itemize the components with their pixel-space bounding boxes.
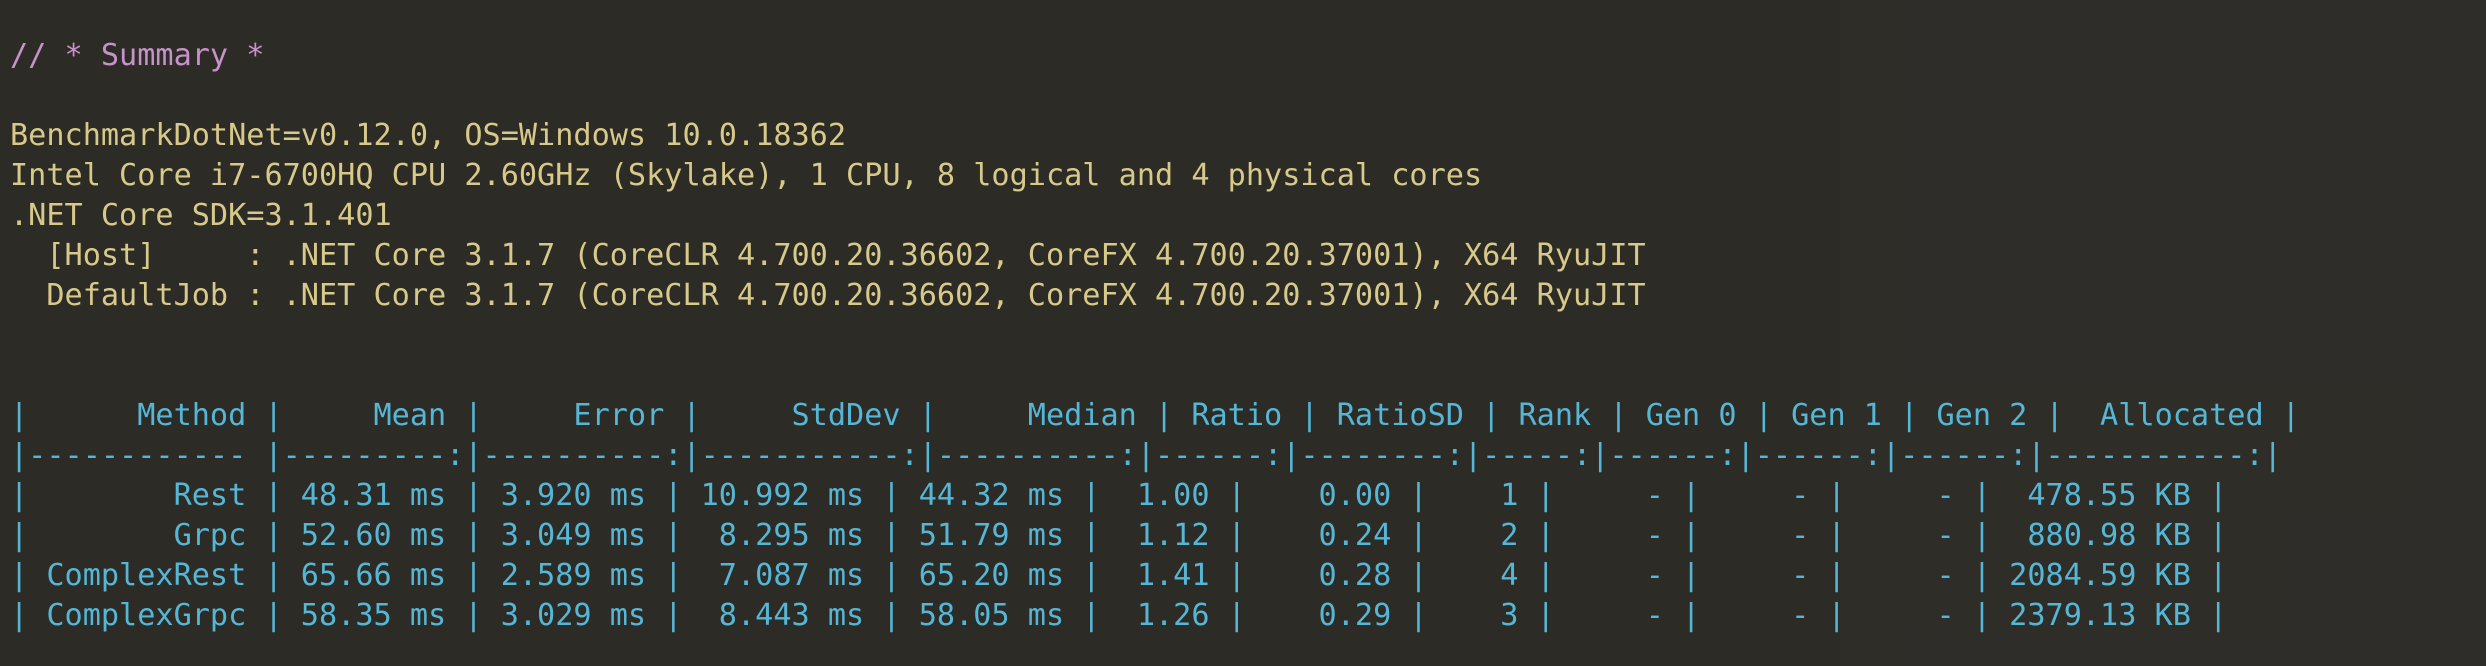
benchmark-console-output: // * Summary * BenchmarkDotNet=v0.12.0, O… <box>10 36 2300 636</box>
summary-heading: // * Summary * <box>10 38 265 73</box>
table-row-rest: | Rest | 48.31 ms | 3.920 ms | 10.992 ms… <box>10 478 2228 513</box>
env-defaultjob-line: DefaultJob : .NET Core 3.1.7 (CoreCLR 4.… <box>10 278 1646 313</box>
table-separator: |------------ |---------:|----------:|--… <box>10 438 2282 473</box>
table-row-complexgrpc: | ComplexGrpc | 58.35 ms | 3.029 ms | 8.… <box>10 598 2228 633</box>
table-row-complexrest: | ComplexRest | 65.66 ms | 2.589 ms | 7.… <box>10 558 2228 593</box>
env-benchmarkdotnet-line: BenchmarkDotNet=v0.12.0, OS=Windows 10.0… <box>10 118 847 153</box>
table-header: | Method | Mean | Error | StdDev | Media… <box>10 398 2300 433</box>
table-row-grpc: | Grpc | 52.60 ms | 3.049 ms | 8.295 ms … <box>10 518 2228 553</box>
env-cpu-line: Intel Core i7-6700HQ CPU 2.60GHz (Skylak… <box>10 158 1483 193</box>
env-sdk-line: .NET Core SDK=3.1.401 <box>10 198 392 233</box>
env-host-line: [Host] : .NET Core 3.1.7 (CoreCLR 4.700.… <box>10 238 1646 273</box>
